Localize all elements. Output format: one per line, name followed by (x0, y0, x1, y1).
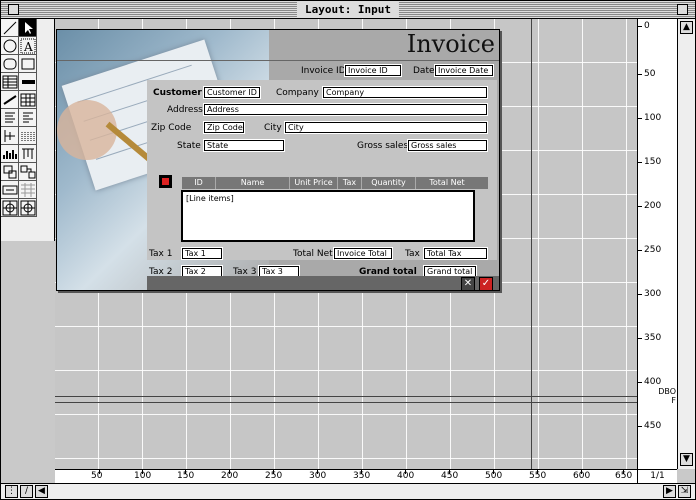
ruler-tick: 150 (177, 470, 195, 481)
subform-tool-icon[interactable] (19, 181, 37, 199)
layout-window: Layout: Input A Invoice Invoice ID Invoi… (0, 0, 696, 500)
zoom-box[interactable] (677, 4, 688, 15)
address-field[interactable]: Address (203, 103, 488, 116)
ungroup-tool-icon[interactable] (19, 163, 37, 181)
delete-record-button[interactable]: ✕ (461, 277, 475, 290)
ruler-tick: 500 (485, 470, 503, 481)
horizontal-guide[interactable] (55, 402, 637, 403)
close-box[interactable] (8, 4, 19, 15)
column-header-name[interactable]: Name (216, 177, 290, 189)
hand-image (57, 100, 117, 160)
rectangle-tool-icon[interactable] (19, 55, 37, 73)
customer-id-field[interactable]: Customer ID (203, 86, 261, 99)
invoice-total-field[interactable]: Invoice Total (333, 247, 393, 260)
grid-tool-icon[interactable] (19, 91, 37, 109)
line-items-list[interactable]: [Line items] (181, 190, 475, 242)
tax-label[interactable]: Tax (405, 249, 420, 260)
line-items-header: ID Name Unit Price Tax Quantity Total Ne… (182, 177, 488, 189)
combo-tool-icon[interactable] (19, 199, 37, 217)
ruler-tick: 200 (221, 470, 239, 481)
scroll-up-icon[interactable]: ▲ (680, 21, 693, 34)
ruler-tick: 550 (529, 470, 547, 481)
gross-sales-label[interactable]: Gross sales (357, 141, 408, 152)
state-field[interactable]: State (203, 139, 285, 152)
horizontal-guide[interactable] (55, 396, 637, 397)
slider-tool-icon[interactable] (1, 127, 19, 145)
page-count: 1/1 (637, 469, 677, 483)
popup-tool-icon[interactable] (1, 181, 19, 199)
tool-palette: A (1, 19, 55, 241)
group-tool-icon[interactable] (1, 163, 19, 181)
tax-1-label[interactable]: Tax 1 (149, 249, 172, 260)
line-tool-icon[interactable] (1, 19, 19, 37)
window-title: Layout: Input (296, 2, 400, 17)
vertical-scrollbar[interactable]: ▲ ▼ (677, 19, 695, 469)
text-tool-icon[interactable]: A (19, 37, 37, 55)
column-header-unit-price[interactable]: Unit Price (290, 177, 338, 189)
invoice-id-label[interactable]: Invoice ID (301, 66, 346, 77)
zoom-icon[interactable]: ⋮ (5, 485, 18, 498)
title-bar[interactable]: Layout: Input (1, 1, 695, 19)
ruler-tick: 300 (309, 470, 327, 481)
table-tool-icon[interactable] (1, 73, 19, 91)
ruler-tick: 650 (615, 470, 633, 481)
ruler-tick: 600 (573, 470, 591, 481)
footer-bar: ✕ ✓ (147, 276, 499, 290)
checkbox-tool-icon[interactable] (19, 109, 37, 127)
rounded-rectangle-tool-icon[interactable] (1, 55, 19, 73)
tax-1-field[interactable]: Tax 1 (181, 247, 223, 260)
header-divider (57, 60, 499, 61)
address-label[interactable]: Address (167, 105, 203, 116)
column-header-id[interactable]: ID (182, 177, 216, 189)
resize-grip-icon[interactable]: ⇲ (678, 485, 691, 498)
scroll-right-icon[interactable]: ▶ (663, 485, 676, 498)
horizontal-scrollbar[interactable]: ⋮ ∕ ◀ ▶ ⇲ (1, 483, 695, 499)
ruler-tick: 450 (441, 470, 459, 481)
state-label[interactable]: State (177, 141, 201, 152)
scroll-left-icon[interactable]: ◀ (35, 485, 48, 498)
zip-code-field[interactable]: Zip Code (203, 121, 245, 134)
total-net-label[interactable]: Total Net (293, 249, 333, 260)
tab-tool-icon[interactable] (1, 145, 19, 163)
invoice-form[interactable]: Invoice Invoice ID Invoice ID Date Invoi… (56, 29, 500, 291)
gross-sales-field[interactable]: Gross sales (407, 139, 488, 152)
company-field[interactable]: Company (322, 86, 488, 99)
ruler-tick: 400 (397, 470, 415, 481)
web-tool-icon[interactable] (1, 199, 19, 217)
oval-tool-icon[interactable] (1, 37, 19, 55)
invoice-date-field[interactable]: Invoice Date (434, 64, 494, 77)
ruler-tick: 100 (134, 470, 152, 481)
scroll-down-icon[interactable]: ▼ (680, 453, 693, 466)
date-label[interactable]: Date (413, 66, 435, 77)
city-label[interactable]: City (264, 123, 282, 134)
ruler-tick: 350 (353, 470, 371, 481)
zip-code-label[interactable]: Zip Code (151, 123, 191, 134)
invoice-title[interactable]: Invoice (407, 30, 495, 58)
column-header-tax[interactable]: Tax (338, 177, 362, 189)
customer-label[interactable]: Customer (153, 88, 202, 99)
vertical-ruler: 0 50 100 150 200 250 300 350 400 450 DBO… (637, 19, 677, 469)
graph-tool-icon[interactable] (19, 127, 37, 145)
column-header-quantity[interactable]: Quantity (362, 177, 416, 189)
pointer-tool-icon[interactable] (19, 19, 37, 37)
invoice-id-field[interactable]: Invoice ID (344, 64, 402, 77)
ruler-tick: 250 (265, 470, 283, 481)
button-tool-icon[interactable] (1, 109, 19, 127)
layout-canvas[interactable]: Invoice Invoice ID Invoice ID Date Invoi… (55, 19, 637, 469)
horizontal-ruler: 50 100 150 200 250 300 350 400 450 500 5… (55, 469, 637, 483)
company-label[interactable]: Company (276, 88, 319, 99)
portal-icon[interactable] (159, 175, 172, 188)
column-header-total-net[interactable]: Total Net (416, 177, 478, 189)
edit-record-button[interactable]: ✓ (479, 277, 493, 290)
svg-text:A: A (23, 40, 33, 54)
list-tool-icon[interactable] (1, 91, 19, 109)
total-tax-field[interactable]: Total Tax (423, 247, 488, 260)
plugin-tool-icon[interactable] (19, 145, 37, 163)
form-marker[interactable]: DBO F (640, 387, 676, 405)
ruler-tick: 50 (91, 470, 103, 481)
pencil-icon[interactable]: ∕ (20, 485, 33, 498)
field-tool-icon[interactable] (19, 73, 37, 91)
city-field[interactable]: City (284, 121, 488, 134)
